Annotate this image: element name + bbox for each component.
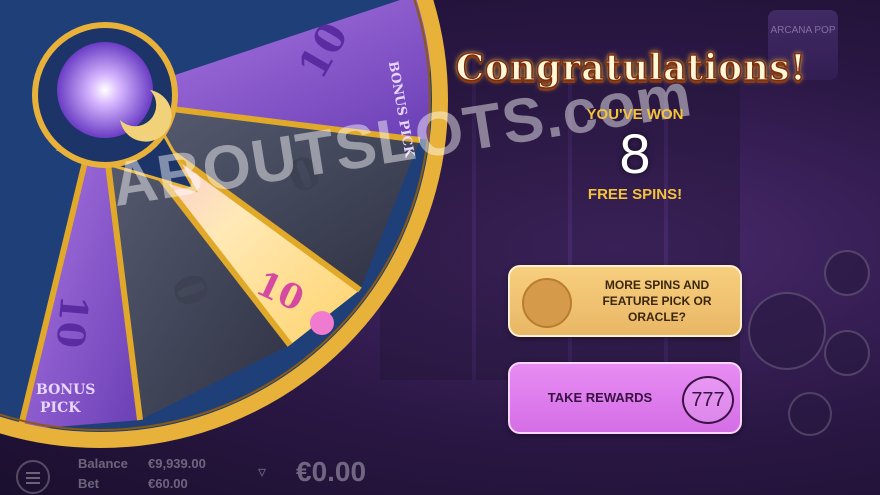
take-rewards-label: TAKE REWARDS [547,390,653,405]
bet-value: €60.00 [148,476,188,491]
won-label: YOU'VE WON [586,106,684,123]
spin-button[interactable] [748,292,826,370]
bet-label: Bet [78,476,99,491]
bet-settings-button[interactable] [824,330,870,376]
congratulations-title: Congratulations! [455,46,807,90]
turbo-button[interactable] [824,250,870,296]
autoplay-button[interactable] [788,392,832,436]
won-unit: FREE SPINS! [587,186,683,203]
more-spins-button[interactable]: MORE SPINS AND FEATURE PICK OR ORACLE? [508,265,742,337]
balance-value: €9,939.00 [148,456,206,471]
chips-icon [522,278,572,328]
wheel-segment-5-label: BONUS [36,382,95,398]
menu-icon[interactable] [16,460,50,494]
won-amount: 8 [619,122,651,185]
wheel-segment-5-value: 10 [48,293,97,350]
trophy-icon: ▿ [258,464,267,481]
more-spins-label: MORE SPINS AND FEATURE PICK OR ORACLE? [602,278,712,324]
seven-badge-icon: 777 [682,376,734,424]
wheel-hub-orb [57,42,153,138]
wheel-segment-5-label-2: PICK [40,400,81,416]
take-rewards-button[interactable]: TAKE REWARDS 777 [508,362,742,434]
balance-label: Balance [78,456,128,471]
win-value: €0.00 [296,456,367,487]
bottom-bar: Balance €9,939.00 Bet €60.00 ▿ €0.00 [0,450,880,495]
